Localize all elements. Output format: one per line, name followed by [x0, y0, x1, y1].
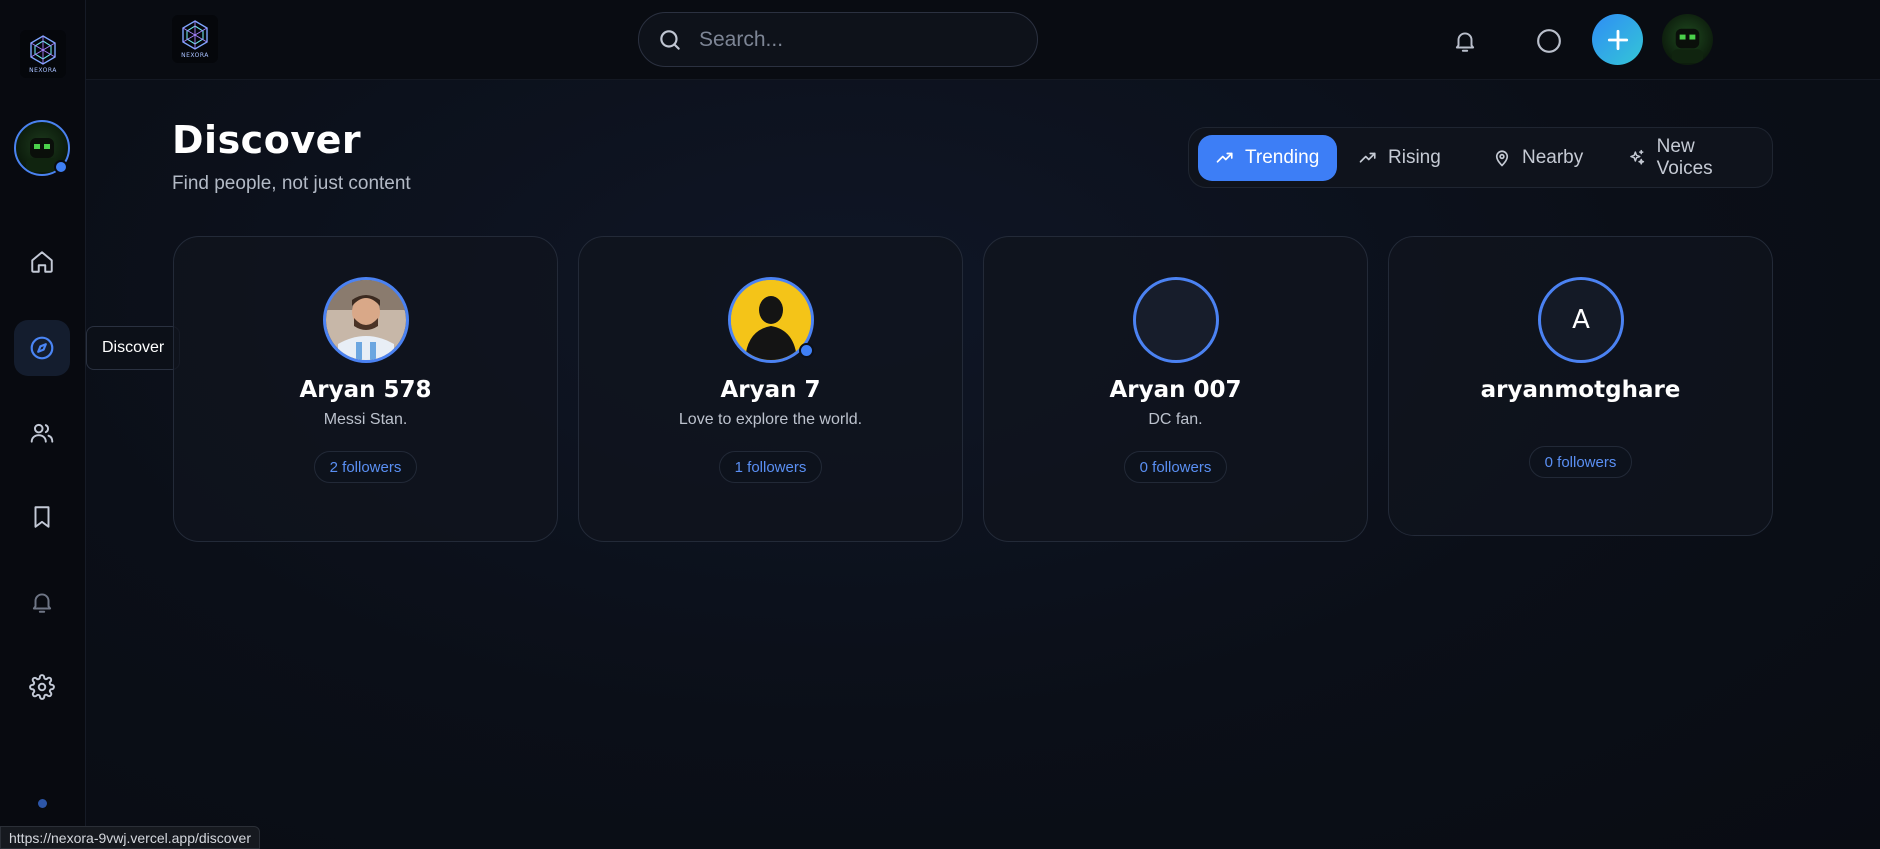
search-icon — [660, 29, 680, 50]
user-bio: Love to explore the world. — [678, 411, 863, 428]
followers-badge[interactable]: 0 followers — [1528, 446, 1633, 478]
sidebar-item-settings[interactable] — [14, 659, 70, 715]
home-icon — [31, 251, 53, 273]
user-bio: Messi Stan. — [323, 411, 408, 428]
trending-up-icon — [1359, 152, 1376, 163]
search-input[interactable] — [699, 27, 1019, 52]
user-avatar — [1133, 277, 1219, 363]
create-post-button[interactable] — [1592, 14, 1643, 65]
bookmark-icon — [34, 506, 50, 528]
followers-badge[interactable]: 1 followers — [718, 451, 823, 483]
compass-icon — [30, 336, 54, 360]
tab-label: Trending — [1245, 147, 1320, 168]
circle-icon — [1537, 29, 1561, 53]
followers-container: 0 followers — [1389, 446, 1772, 478]
sidebar: NEXORA — [0, 0, 86, 849]
tab-label: New Voices — [1656, 136, 1713, 179]
avatar-image — [1671, 28, 1704, 64]
avatar-photo — [326, 280, 406, 360]
online-status-dot — [799, 343, 814, 358]
gear-icon — [29, 674, 55, 700]
profile-avatar-button[interactable] — [1662, 14, 1713, 65]
sidebar-status-dot — [38, 799, 47, 808]
page-subtitle: Find people, not just content — [172, 173, 411, 194]
nexora-logo-icon — [30, 35, 56, 65]
sidebar-item-people[interactable] — [14, 405, 70, 461]
tab-rising[interactable]: Rising — [1341, 135, 1459, 181]
sidebar-item-notifications[interactable] — [14, 574, 70, 630]
followers-container: 1 followers — [579, 451, 962, 483]
logo-text: NEXORA — [181, 52, 209, 59]
user-card[interactable]: Aryan 7 Love to explore the world. 1 fol… — [578, 236, 963, 542]
page-title: Discover — [172, 118, 362, 162]
sparkles-icon — [1630, 149, 1645, 165]
trending-up-icon — [1216, 152, 1233, 163]
user-avatar — [323, 277, 409, 363]
user-name[interactable]: aryanmotghare — [1389, 377, 1772, 403]
followers-badge[interactable]: 0 followers — [1123, 451, 1228, 483]
tab-new-voices[interactable]: New Voices — [1610, 135, 1772, 181]
browser-status-url: https://nexora-9vwj.vercel.app/discover — [0, 826, 260, 849]
nexora-logo[interactable]: NEXORA — [20, 30, 66, 78]
search-bar[interactable] — [638, 12, 1038, 67]
user-card[interactable]: Aryan 007 DC fan. 0 followers — [983, 236, 1368, 542]
discover-filter-tabs: Trending Rising Nearby New Voices — [1188, 127, 1773, 188]
user-name[interactable]: Aryan 7 — [579, 377, 962, 403]
user-avatar: A — [1538, 277, 1624, 363]
theme-toggle-button[interactable] — [1531, 23, 1567, 59]
user-card[interactable]: A aryanmotghare 0 followers — [1388, 236, 1773, 536]
sidebar-item-home[interactable] — [14, 234, 70, 290]
user-name[interactable]: Aryan 007 — [984, 377, 1367, 403]
sidebar-item-discover[interactable] — [14, 320, 70, 376]
tab-label: Rising — [1388, 147, 1441, 168]
user-name[interactable]: Aryan 578 — [174, 377, 557, 403]
tab-trending[interactable]: Trending — [1198, 135, 1338, 181]
top-logo[interactable]: NEXORA — [172, 15, 218, 63]
bell-icon — [1455, 32, 1475, 52]
notifications-button[interactable] — [1448, 24, 1482, 58]
nexora-logo-icon — [182, 20, 208, 50]
logo-text: NEXORA — [29, 67, 57, 74]
bell-icon — [32, 593, 52, 613]
followers-container: 0 followers — [984, 451, 1367, 483]
plus-icon — [1607, 29, 1628, 50]
followers-badge[interactable]: 2 followers — [313, 451, 418, 483]
user-card[interactable]: Aryan 578 Messi Stan. 2 followers — [173, 236, 558, 542]
sidebar-tooltip: Discover — [86, 326, 181, 370]
tab-nearby[interactable]: Nearby — [1475, 135, 1601, 181]
users-icon — [30, 423, 54, 443]
user-bio: DC fan. — [1148, 411, 1203, 428]
followers-container: 2 followers — [174, 451, 557, 483]
online-status-dot — [54, 160, 68, 174]
map-pin-icon — [1495, 150, 1509, 167]
sidebar-item-saved[interactable] — [14, 489, 70, 545]
tab-label: Nearby — [1522, 147, 1584, 168]
